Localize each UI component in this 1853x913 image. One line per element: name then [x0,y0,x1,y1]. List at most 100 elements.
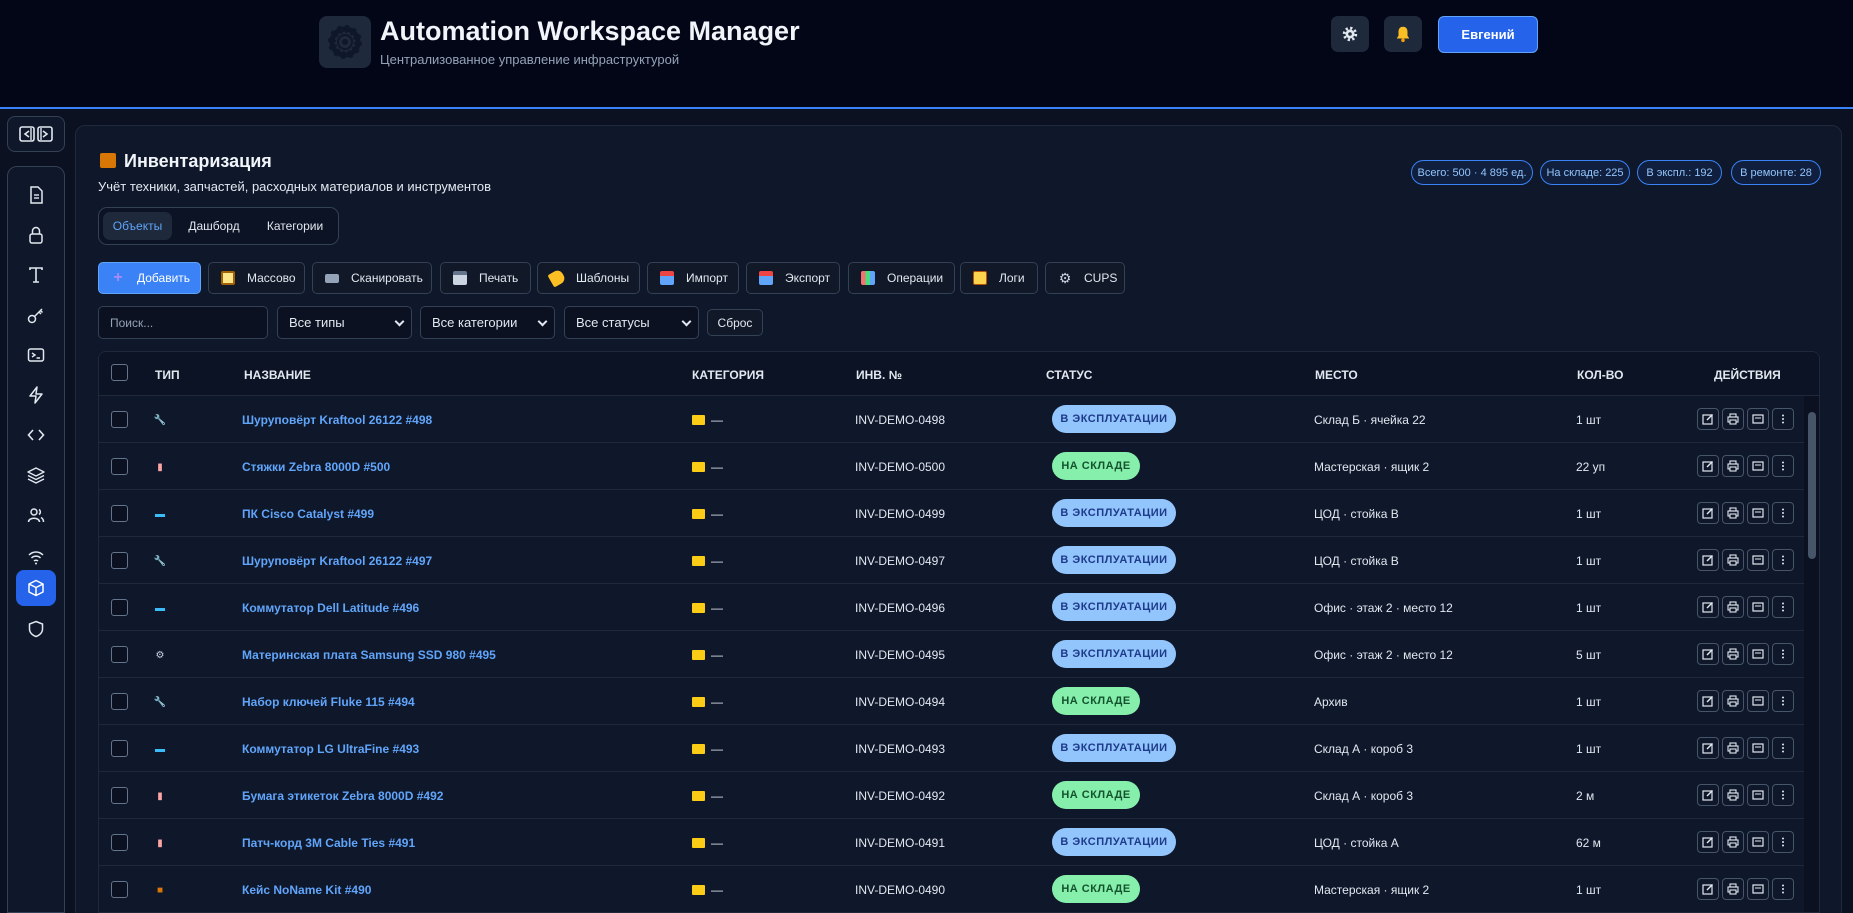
print-row-button[interactable] [1722,549,1744,571]
sidebar-item-inventory[interactable] [16,570,56,606]
item-name-link[interactable]: Шуруповёрт Kraftool 26122 #498 [242,413,432,427]
operations-button[interactable]: Операции [848,262,955,294]
item-name-link[interactable]: Патч-корд 3M Cable Ties #491 [242,836,415,850]
sidebar-item-documents[interactable] [16,177,56,213]
label-button[interactable] [1747,690,1769,712]
table-row[interactable]: ■ Кейс NoName Kit #490 — INV-DEMO-0490 НА СК… [99,866,1804,912]
user-menu-button[interactable]: Евгений [1438,16,1538,53]
item-name-link[interactable]: ПК Cisco Catalyst #499 [242,507,374,521]
print-row-button[interactable] [1722,784,1744,806]
more-options-button[interactable] [1772,408,1794,430]
sidebar-item-text[interactable] [16,257,56,293]
table-row[interactable]: ▮ Бумага этикеток Zebra 8000D #492 — INV-DE… [99,772,1804,819]
tab-categories[interactable]: Категории [255,212,335,240]
table-row[interactable]: 🔧 Шуруповёрт Kraftool 26122 #498 — INV-DEMO… [99,396,1804,443]
print-row-button[interactable] [1722,831,1744,853]
add-button[interactable]: + Добавить [98,262,201,294]
more-options-button[interactable] [1772,690,1794,712]
select-all-checkbox[interactable] [111,364,128,381]
status-filter-select[interactable]: Все статусы [564,306,699,339]
label-button[interactable] [1747,643,1769,665]
row-checkbox[interactable] [111,881,128,898]
print-row-button[interactable] [1722,737,1744,759]
label-button[interactable] [1747,455,1769,477]
settings-button[interactable] [1331,16,1369,52]
label-button[interactable] [1747,596,1769,618]
item-name-link[interactable]: Шуруповёрт Kraftool 26122 #497 [242,554,432,568]
more-options-button[interactable] [1772,737,1794,759]
edit-button[interactable] [1697,784,1719,806]
print-button[interactable]: Печать [440,262,531,294]
search-input[interactable]: Поиск... [98,306,268,339]
type-filter-select[interactable]: Все типы [277,306,412,339]
row-checkbox[interactable] [111,693,128,710]
item-name-link[interactable]: Набор ключей Fluke 115 #494 [242,695,415,709]
column-header-name[interactable]: НАЗВАНИЕ [244,368,311,382]
row-checkbox[interactable] [111,599,128,616]
edit-button[interactable] [1697,549,1719,571]
table-row[interactable]: ▮ Патч-корд 3M Cable Ties #491 — INV-DEMO-0… [99,819,1804,866]
sidebar-item-code[interactable] [16,417,56,453]
import-button[interactable]: Импорт [647,262,739,294]
table-row[interactable]: ▮ Стяжки Zebra 8000D #500 — INV-DEMO-0500 НА… [99,443,1804,490]
edit-button[interactable] [1697,596,1719,618]
edit-button[interactable] [1697,502,1719,524]
scan-button[interactable]: Сканировать [312,262,432,294]
table-scrollbar[interactable] [1804,396,1819,912]
edit-button[interactable] [1697,643,1719,665]
more-options-button[interactable] [1772,596,1794,618]
sidebar-item-security-lock[interactable] [16,217,56,253]
print-row-button[interactable] [1722,502,1744,524]
category-filter-select[interactable]: Все категории [420,306,555,339]
row-checkbox[interactable] [111,787,128,804]
item-name-link[interactable]: Кейс NoName Kit #490 [242,883,371,897]
label-button[interactable] [1747,549,1769,571]
more-options-button[interactable] [1772,878,1794,900]
more-options-button[interactable] [1772,831,1794,853]
edit-button[interactable] [1697,455,1719,477]
tab-objects[interactable]: Объекты [103,212,172,240]
export-button[interactable]: Экспорт [746,262,840,294]
label-button[interactable] [1747,408,1769,430]
print-row-button[interactable] [1722,690,1744,712]
column-header-category[interactable]: КАТЕГОРИЯ [692,368,764,382]
sidebar-item-users[interactable] [16,497,56,533]
item-name-link[interactable]: Стяжки Zebra 8000D #500 [242,460,390,474]
print-row-button[interactable] [1722,455,1744,477]
templates-button[interactable]: Шаблоны [537,262,640,294]
more-options-button[interactable] [1772,643,1794,665]
sidebar-item-shield[interactable] [16,611,56,647]
item-name-link[interactable]: Коммутатор Dell Latitude #496 [242,601,419,615]
edit-button[interactable] [1697,878,1719,900]
edit-button[interactable] [1697,831,1719,853]
column-header-status[interactable]: СТАТУС [1046,368,1092,382]
row-checkbox[interactable] [111,505,128,522]
tab-dashboard[interactable]: Дашборд [179,212,249,240]
column-header-quantity[interactable]: КОЛ-ВО [1577,368,1623,382]
cups-button[interactable]: ⚙ CUPS [1045,262,1125,294]
sidebar-item-keys[interactable] [16,297,56,333]
table-row[interactable]: ⚙ Материнская плата Samsung SSD 980 #495 —… [99,631,1804,678]
table-row[interactable]: 🔧 Шуруповёрт Kraftool 26122 #497 — INV-DEMO… [99,537,1804,584]
edit-button[interactable] [1697,408,1719,430]
column-header-location[interactable]: МЕСТО [1315,368,1358,382]
sidebar-item-terminal[interactable] [16,337,56,373]
sidebar-item-layers[interactable] [16,457,56,493]
label-button[interactable] [1747,502,1769,524]
table-row[interactable]: ▬ ПК Cisco Catalyst #499 — INV-DEMO-0499 В Э… [99,490,1804,537]
item-name-link[interactable]: Материнская плата Samsung SSD 980 #495 [242,648,496,662]
item-name-link[interactable]: Коммутатор LG UltraFine #493 [242,742,419,756]
print-row-button[interactable] [1722,878,1744,900]
item-name-link[interactable]: Бумага этикеток Zebra 8000D #492 [242,789,443,803]
edit-button[interactable] [1697,737,1719,759]
row-checkbox[interactable] [111,740,128,757]
print-row-button[interactable] [1722,643,1744,665]
bulk-button[interactable]: Массово [208,262,305,294]
more-options-button[interactable] [1772,549,1794,571]
row-checkbox[interactable] [111,411,128,428]
table-row[interactable]: 🔧 Набор ключей Fluke 115 #494 — INV-DEMO-04… [99,678,1804,725]
sidebar-item-automation[interactable] [16,377,56,413]
row-checkbox[interactable] [111,458,128,475]
label-button[interactable] [1747,878,1769,900]
print-row-button[interactable] [1722,596,1744,618]
